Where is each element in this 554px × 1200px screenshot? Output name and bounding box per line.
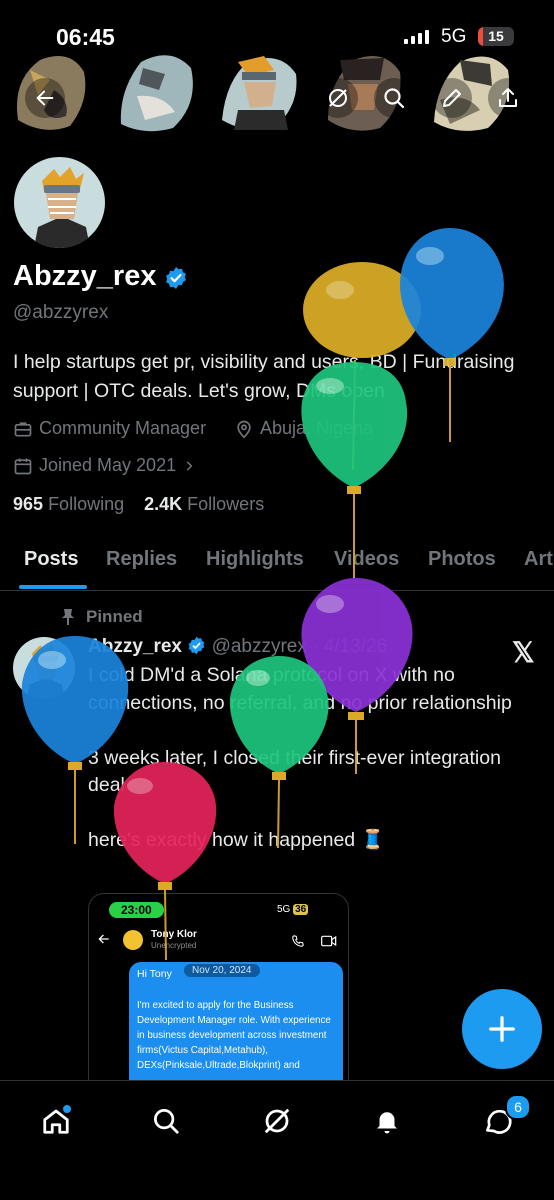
share-icon	[499, 88, 517, 107]
embed-back-icon	[98, 934, 109, 944]
profile-tabs: Posts Replies Highlights Videos Photos A…	[0, 540, 554, 591]
pencil-icon	[443, 89, 461, 107]
banner-art-3	[222, 56, 297, 130]
post-text: I cold DM'd a Solana protocol on X with …	[88, 664, 512, 851]
profile-handle: @abzzyrex	[13, 302, 109, 323]
tab-replies[interactable]: Replies	[106, 548, 177, 571]
battery-level: 15	[488, 28, 504, 44]
embed-date-badge: Nov 20, 2024	[184, 964, 260, 977]
profile-bio: I help startups get pr, visibility and u…	[13, 351, 515, 402]
location-label: Abuja, Nigeria	[260, 418, 374, 438]
nav-home[interactable]	[36, 1101, 76, 1141]
search-icon	[384, 88, 405, 109]
banner-art-2	[120, 55, 193, 132]
search-icon	[154, 1109, 179, 1134]
nav-grok[interactable]	[257, 1101, 297, 1141]
embed-phone-icon	[292, 935, 304, 947]
chevron-right-icon	[186, 460, 193, 471]
tab-videos[interactable]: Videos	[334, 548, 399, 571]
embed-contact-name: Tony Klor	[151, 929, 197, 940]
embed-network: 5G	[277, 904, 291, 915]
post-author-name[interactable]: Abzzy_rex	[88, 636, 182, 657]
follow-counts: 965 Following 2.4K Followers	[13, 494, 264, 515]
following-link[interactable]: 965 Following	[13, 494, 124, 514]
grok-icon	[264, 1108, 290, 1134]
profile-avatar[interactable]	[12, 155, 107, 250]
profile-joined[interactable]: Joined May 2021	[13, 455, 196, 476]
embed-contact-status: Unencrypted	[151, 941, 197, 950]
grok-button[interactable]	[318, 78, 358, 118]
pinned-label: Pinned	[60, 607, 143, 627]
status-time: 06:45	[56, 24, 115, 50]
embed-message-text: I'm excited to apply for the Business De…	[137, 1000, 331, 1071]
share-button[interactable]	[488, 78, 528, 118]
battery-icon: 15	[478, 27, 514, 46]
post-author-avatar[interactable]	[13, 637, 75, 699]
post-avatar-illustration	[26, 643, 65, 699]
avatar-illustration	[34, 167, 90, 248]
edit-button[interactable]	[432, 78, 472, 118]
category-label: Community Manager	[39, 418, 207, 438]
status-bar: 06:45 5G 15	[0, 0, 554, 60]
embed-time: 23:00	[109, 902, 164, 918]
bell-icon	[377, 1112, 397, 1134]
nav-notifications[interactable]	[367, 1101, 407, 1141]
joined-label: Joined May 2021	[39, 455, 177, 475]
tab-highlights[interactable]: Highlights	[206, 548, 304, 571]
followers-link[interactable]: 2.4K Followers	[144, 494, 264, 514]
back-arrow-icon	[36, 90, 54, 106]
messages-badge: 6	[505, 1094, 531, 1120]
grok-icon	[329, 89, 347, 107]
post-author-handle: @abzzyrex · 4/13/26	[211, 636, 388, 657]
back-button[interactable]	[25, 78, 65, 118]
embed-contact-avatar	[123, 930, 143, 950]
tab-photos[interactable]: Photos	[428, 548, 496, 571]
tab-art[interactable]: Art	[524, 548, 553, 571]
search-button[interactable]	[374, 78, 414, 118]
following-count: 965	[13, 494, 44, 514]
signal-icon	[404, 30, 429, 44]
tab-posts[interactable]: Posts	[24, 548, 78, 571]
bottom-navigation	[0, 1080, 554, 1200]
active-tab-indicator	[19, 585, 87, 589]
display-name: Abzzy_rex	[13, 260, 157, 292]
embed-greeting: Hi Tony	[137, 968, 172, 980]
pinned-text: Pinned	[86, 607, 143, 626]
calendar-icon	[14, 458, 32, 474]
profile-category: Community Manager	[13, 418, 206, 439]
profile-location: Abuja, Nigeria	[234, 418, 373, 439]
plus-icon	[489, 1016, 515, 1042]
nav-search[interactable]	[146, 1101, 186, 1141]
balloon-blue-right	[400, 228, 504, 442]
pin-icon	[62, 609, 74, 625]
embed-status: 5G 36	[277, 904, 309, 915]
compose-button[interactable]	[462, 989, 542, 1069]
location-pin-icon	[237, 420, 251, 439]
embed-video-icon	[321, 935, 337, 947]
verified-badge-icon[interactable]	[164, 266, 188, 290]
briefcase-icon	[14, 421, 32, 436]
home-dot	[63, 1105, 71, 1113]
embed-battery: 36	[293, 904, 309, 915]
post-header: Abzzy_rex @abzzyrex · 4/13/26	[88, 636, 387, 658]
followers-count: 2.4K	[144, 494, 183, 514]
post-media[interactable]: 23:00 5G 36 Tony Klor Unencrypted Nov 20…	[88, 893, 349, 1095]
followers-label: Followers	[187, 494, 265, 514]
following-label: Following	[48, 494, 125, 514]
network-type: 5G	[441, 26, 467, 47]
post-verified-icon	[188, 636, 205, 655]
